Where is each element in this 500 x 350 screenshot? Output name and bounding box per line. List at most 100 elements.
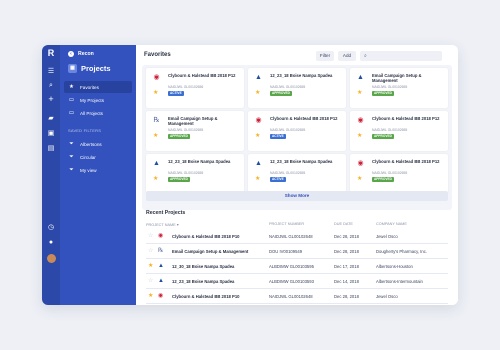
back-link[interactable]: ‹ Recon xyxy=(68,51,94,57)
saved-filters-heading: SAVED FILTERS xyxy=(68,128,102,133)
card-title: 12_23_18 Boise Nampa Spadea xyxy=(270,159,333,164)
header-label: PROJECT NAME xyxy=(146,223,176,227)
inbox-icon[interactable]: ▣ xyxy=(42,129,60,138)
sidebar-item-favorites[interactable]: ★ Favorites xyxy=(64,81,132,93)
sidebar-item-label: Favorites xyxy=(80,84,99,90)
card-number: NAIDJWL GL00102655 xyxy=(168,171,204,175)
main-content: Favorites Filter Add ⌕ ◉ Clybourn & Hals… xyxy=(136,45,458,305)
star-icon[interactable]: ★ xyxy=(357,133,362,139)
card-number: NAIDJWL GL00102655 xyxy=(270,128,306,132)
app-window: R ☰ ⌕ + ▰ ▣ ▤ ◷ ● ‹ Recon ▦ Projects ★ F… xyxy=(42,45,458,305)
dougherty-logo: ℞ xyxy=(158,248,164,254)
table-row[interactable]: ☆ ▲ 12_23_18 Boise Nampa Spadea ALBDIMW … xyxy=(146,274,448,289)
history-icon[interactable]: ◷ xyxy=(42,223,60,232)
jewel-logo: ◉ xyxy=(153,74,160,81)
project-number: NAIDJWL GL00102648 xyxy=(269,294,313,299)
favorite-card[interactable]: ▲ 12_23_18 Boise Nampa Spadea NAIDJWL GL… xyxy=(248,154,346,194)
favorite-card[interactable]: ◉ Clybourn & Halstead BB 2018 P12 NAIDJW… xyxy=(350,154,448,194)
due-date: Dec 28, 2018 xyxy=(334,249,359,254)
search-icon: ⌕ xyxy=(364,53,367,59)
sidebar: ‹ Recon ▦ Projects ★ Favorites ▭ My Proj… xyxy=(60,45,136,305)
card-title: Clybourn & Halstead BB 2018 P12 xyxy=(372,159,440,164)
search-input[interactable]: ⌕ xyxy=(360,51,442,61)
card-number: NAIDJWL GL00102656 xyxy=(168,85,204,89)
favorite-card[interactable]: ▲ Email Campaign Setup & Management NAID… xyxy=(350,68,448,108)
favorites-grid: ◉ Clybourn & Halstead BB 2018 P12 NAIDJW… xyxy=(142,65,452,210)
recent-projects-title: Recent Projects xyxy=(146,210,186,216)
card-number: NAIDJWL GL00102655 xyxy=(270,171,306,175)
favorite-card[interactable]: ℞ Email Campaign Setup & Management NAID… xyxy=(146,111,244,151)
favorites-title: Favorites xyxy=(144,52,171,58)
due-date: Dec 17, 2018 xyxy=(334,264,359,269)
table-row[interactable]: ★ ◉ Clybourn & Halstead BB 2018 P10 NAID… xyxy=(146,289,448,304)
favorite-card[interactable]: ◉ Clybourn & Halstead BB 2018 P12 NAIDJW… xyxy=(146,68,244,108)
filter-item-albertsons[interactable]: ⏷ Albertsons xyxy=(64,138,132,150)
albertsons-logo: ▲ xyxy=(357,74,364,81)
sidebar-item-all-projects[interactable]: ▭ All Projects xyxy=(64,107,132,119)
status-badge: APPROVED xyxy=(372,91,394,96)
company-name: Jewel Osco xyxy=(376,294,398,299)
back-label: Recon xyxy=(78,51,94,57)
table-row[interactable]: ★ ▲ 12_30_18 Boise Nampa Spadea ALBDIMW … xyxy=(146,259,448,274)
filter-button[interactable]: Filter xyxy=(316,51,334,61)
star-icon[interactable]: ★ xyxy=(255,133,260,139)
favorite-card[interactable]: ▲ 12_23_18 Boise Nampa Spadea NAIDJWL GL… xyxy=(146,154,244,194)
projects-icon: ▦ xyxy=(68,64,77,73)
star-icon[interactable]: ★ xyxy=(357,90,362,96)
card-title: Clybourn & Halstead BB 2018 P12 xyxy=(372,116,440,121)
star-icon[interactable]: ★ xyxy=(255,90,260,96)
star-outline-icon[interactable]: ☆ xyxy=(148,248,153,254)
table-row[interactable]: ☆ ℞ Email Campaign Setup & Management DO… xyxy=(146,244,448,259)
card-number: NAIDJWL GL00102655 xyxy=(372,85,408,89)
card-number: NAIDJWL GL00102655 xyxy=(372,128,408,132)
status-badge: ACTIVE xyxy=(270,177,286,182)
column-header-due-date[interactable]: DUE DATE xyxy=(334,222,353,226)
albertsons-logo: ▲ xyxy=(255,160,262,167)
favorite-card[interactable]: ◉ Clybourn & Halstead BB 2018 P12 NAIDJW… xyxy=(248,111,346,151)
sidebar-item-label: All Projects xyxy=(80,110,103,116)
chat-icon[interactable]: ▰ xyxy=(42,114,60,123)
star-icon[interactable]: ★ xyxy=(255,176,260,182)
project-number: ALBDIMW GL00103595 xyxy=(269,264,314,269)
favorite-card[interactable]: ◉ Clybourn & Halstead BB 2018 P12 NAIDJW… xyxy=(350,111,448,151)
folder-icon: ▭ xyxy=(68,97,75,103)
column-header-company-name[interactable]: COMPANY NAME xyxy=(376,222,407,226)
folder-icon: ▭ xyxy=(68,110,75,116)
albertsons-logo: ▲ xyxy=(158,278,164,284)
search-icon[interactable]: ⌕ xyxy=(42,81,60,90)
status-badge: APPROVED xyxy=(372,134,394,139)
add-button[interactable]: Add xyxy=(338,51,356,61)
menu-icon[interactable]: ☰ xyxy=(42,67,60,76)
user-avatar[interactable] xyxy=(42,254,60,266)
jewel-logo: ◉ xyxy=(255,117,262,124)
star-icon[interactable]: ★ xyxy=(148,293,153,299)
status-badge: APPROVED xyxy=(168,177,190,182)
star-icon[interactable]: ★ xyxy=(153,176,158,182)
star-outline-icon[interactable]: ☆ xyxy=(148,233,153,239)
calendar-icon[interactable]: ▤ xyxy=(42,144,60,153)
favorite-card[interactable]: ▲ 12_23_18 Boise Nampa Spadea NAIDJWL GL… xyxy=(248,68,346,108)
show-more-button[interactable]: Show More xyxy=(146,191,448,201)
column-header-project-number[interactable]: PROJECT NUMBER xyxy=(269,222,304,226)
albertsons-logo: ▲ xyxy=(255,74,262,81)
company-name: Jewel Osco xyxy=(376,234,398,239)
column-header-project-name[interactable]: PROJECT NAME ▾ xyxy=(146,222,179,227)
sidebar-item-my-projects[interactable]: ▭ My Projects xyxy=(64,94,132,106)
recon-logo[interactable]: R xyxy=(42,49,60,58)
table-row[interactable]: ☆ ◉ Clybourn & Halstead BB 2018 P10 NAID… xyxy=(146,229,448,244)
star-icon[interactable]: ★ xyxy=(153,133,158,139)
star-outline-icon[interactable]: ☆ xyxy=(148,278,153,284)
star-icon[interactable]: ★ xyxy=(153,90,158,96)
filter-item-my-view[interactable]: ⏷ My view xyxy=(64,164,132,176)
albertsons-logo: ▲ xyxy=(158,263,164,269)
filter-icon: ⏷ xyxy=(69,153,74,160)
star-icon[interactable]: ★ xyxy=(148,263,153,269)
star-icon[interactable]: ★ xyxy=(357,176,362,182)
add-icon[interactable]: + xyxy=(42,95,60,104)
jewel-logo: ◉ xyxy=(357,160,364,167)
filter-item-circular[interactable]: ⏷ Circular xyxy=(64,151,132,163)
due-date: Dec 28, 2018 xyxy=(334,234,359,239)
icon-rail: R ☰ ⌕ + ▰ ▣ ▤ ◷ ● xyxy=(42,45,60,305)
filter-icon: ⏷ xyxy=(69,140,74,147)
notifications-icon[interactable]: ● xyxy=(42,238,60,247)
